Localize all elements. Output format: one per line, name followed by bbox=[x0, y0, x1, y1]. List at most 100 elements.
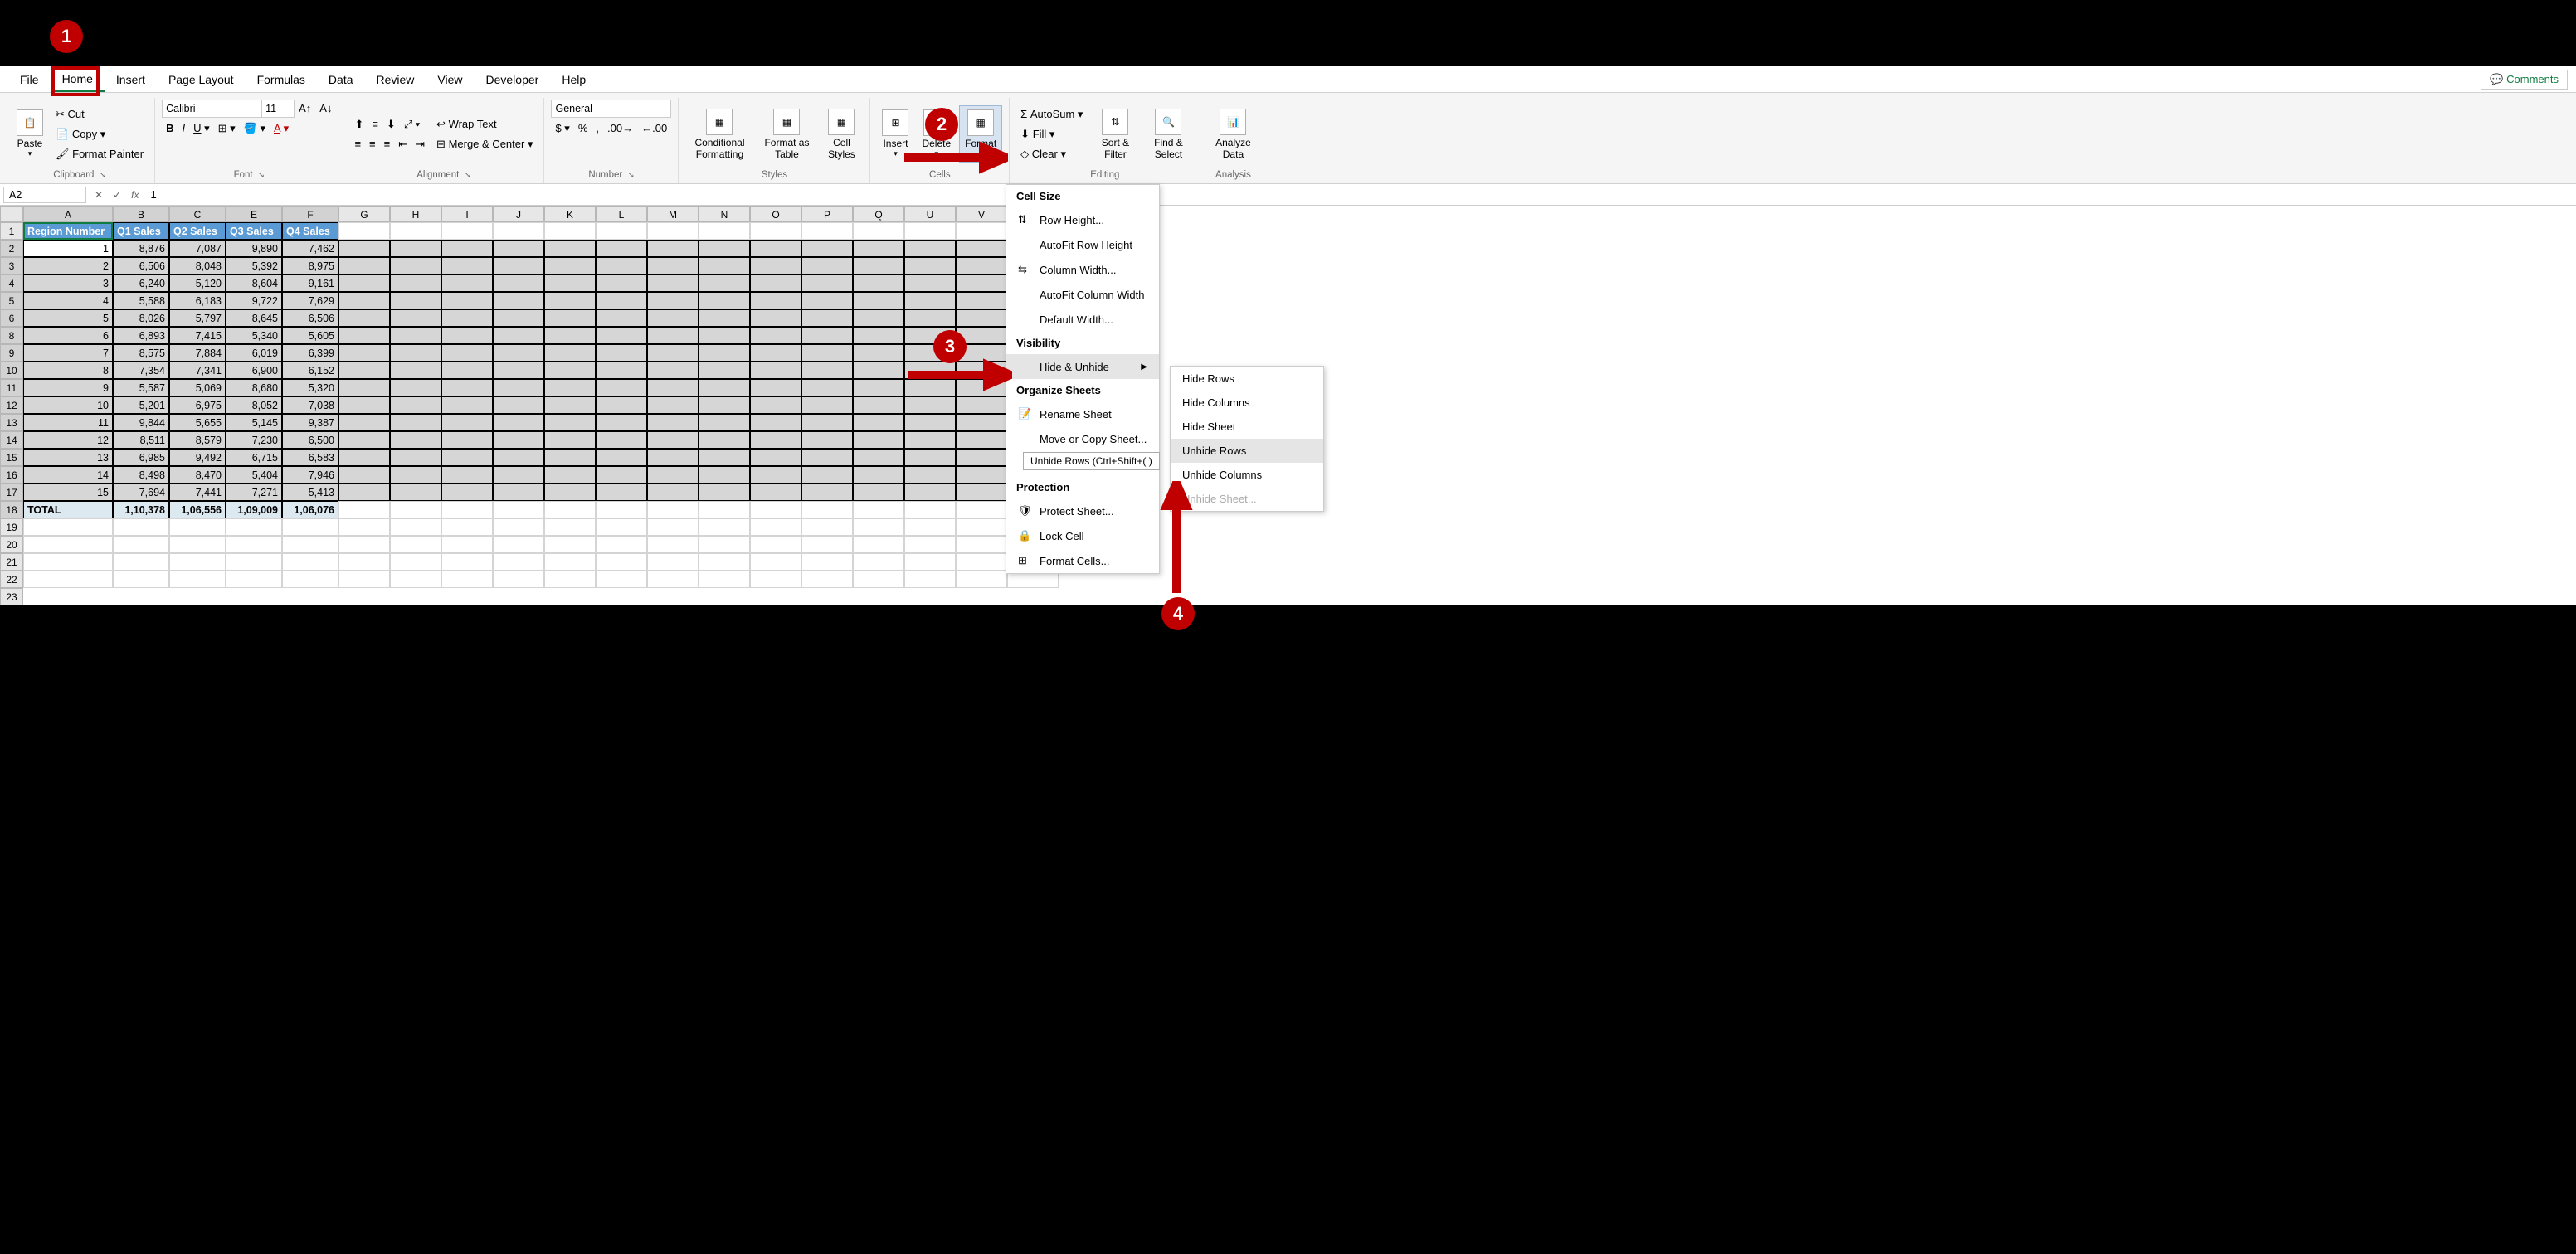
align-right-button[interactable]: ≡ bbox=[380, 135, 395, 153]
empty-cell[interactable] bbox=[801, 414, 853, 431]
empty-cell[interactable] bbox=[853, 362, 904, 379]
empty-cell[interactable] bbox=[853, 222, 904, 240]
row-header[interactable]: 22 bbox=[0, 571, 23, 588]
empty-cell[interactable] bbox=[801, 449, 853, 466]
empty-cell[interactable] bbox=[282, 518, 338, 536]
empty-cell[interactable] bbox=[801, 536, 853, 553]
align-top-button[interactable]: ⬆ bbox=[350, 115, 368, 134]
empty-cell[interactable] bbox=[853, 292, 904, 309]
align-left-button[interactable]: ≡ bbox=[350, 135, 365, 153]
empty-cell[interactable] bbox=[596, 431, 647, 449]
font-name-input[interactable] bbox=[162, 100, 261, 118]
empty-cell[interactable] bbox=[647, 240, 699, 257]
empty-cell[interactable] bbox=[904, 292, 956, 309]
table-cell[interactable]: 9,387 bbox=[282, 414, 338, 431]
conditional-formatting-button[interactable]: ▦Conditional Formatting bbox=[685, 105, 753, 163]
row-header[interactable]: 2 bbox=[0, 240, 23, 257]
menu-format-cells[interactable]: ⊞Format Cells... bbox=[1006, 548, 1159, 573]
empty-cell[interactable] bbox=[23, 571, 113, 588]
empty-cell[interactable] bbox=[596, 484, 647, 501]
empty-cell[interactable] bbox=[699, 484, 750, 501]
fill-button[interactable]: ⬇ Fill ▾ bbox=[1016, 125, 1087, 143]
empty-cell[interactable] bbox=[226, 518, 282, 536]
empty-cell[interactable] bbox=[441, 431, 493, 449]
empty-cell[interactable] bbox=[390, 309, 441, 327]
empty-cell[interactable] bbox=[338, 571, 390, 588]
empty-cell[interactable] bbox=[544, 257, 596, 275]
table-cell[interactable]: 5,320 bbox=[282, 379, 338, 396]
format-painter-button[interactable]: 🖌 Format Painter bbox=[51, 145, 148, 163]
table-cell[interactable]: 6 bbox=[23, 327, 113, 344]
row-header[interactable]: 1 bbox=[0, 222, 23, 240]
empty-cell[interactable] bbox=[853, 327, 904, 344]
empty-cell[interactable] bbox=[544, 222, 596, 240]
empty-cell[interactable] bbox=[596, 344, 647, 362]
empty-cell[interactable] bbox=[493, 518, 544, 536]
empty-cell[interactable] bbox=[493, 431, 544, 449]
table-header-cell[interactable]: Q3 Sales bbox=[226, 222, 282, 240]
empty-cell[interactable] bbox=[750, 414, 801, 431]
empty-cell[interactable] bbox=[390, 466, 441, 484]
empty-cell[interactable] bbox=[441, 484, 493, 501]
table-cell[interactable]: 13 bbox=[23, 449, 113, 466]
empty-cell[interactable] bbox=[493, 501, 544, 518]
empty-cell[interactable] bbox=[544, 396, 596, 414]
empty-cell[interactable] bbox=[801, 501, 853, 518]
font-launcher[interactable]: ↘ bbox=[258, 171, 265, 180]
empty-cell[interactable] bbox=[544, 431, 596, 449]
table-cell[interactable]: 7,629 bbox=[282, 292, 338, 309]
empty-cell[interactable] bbox=[801, 466, 853, 484]
empty-cell[interactable] bbox=[904, 275, 956, 292]
empty-cell[interactable] bbox=[853, 396, 904, 414]
table-cell[interactable]: 6,985 bbox=[113, 449, 169, 466]
table-cell[interactable]: 5 bbox=[23, 309, 113, 327]
col-header[interactable]: L bbox=[596, 206, 647, 222]
empty-cell[interactable] bbox=[956, 553, 1007, 571]
decrease-font-button[interactable]: A↓ bbox=[315, 100, 336, 118]
empty-cell[interactable] bbox=[113, 553, 169, 571]
table-cell[interactable]: 5,605 bbox=[282, 327, 338, 344]
empty-cell[interactable] bbox=[390, 362, 441, 379]
empty-cell[interactable] bbox=[596, 414, 647, 431]
table-cell[interactable]: 8,498 bbox=[113, 466, 169, 484]
menu-hide-unhide[interactable]: Hide & Unhide▶ bbox=[1006, 354, 1159, 379]
empty-cell[interactable] bbox=[338, 396, 390, 414]
empty-cell[interactable] bbox=[338, 466, 390, 484]
row-header[interactable]: 18 bbox=[0, 501, 23, 518]
empty-cell[interactable] bbox=[493, 414, 544, 431]
italic-button[interactable]: I bbox=[178, 119, 190, 138]
empty-cell[interactable] bbox=[853, 344, 904, 362]
submenu-hide-rows[interactable]: Hide Rows bbox=[1171, 367, 1323, 391]
empty-cell[interactable] bbox=[226, 553, 282, 571]
empty-cell[interactable] bbox=[23, 518, 113, 536]
table-cell[interactable]: 8,680 bbox=[226, 379, 282, 396]
empty-cell[interactable] bbox=[647, 449, 699, 466]
table-cell[interactable]: 7,694 bbox=[113, 484, 169, 501]
empty-cell[interactable] bbox=[390, 518, 441, 536]
table-cell[interactable]: 8,579 bbox=[169, 431, 226, 449]
table-cell[interactable]: 5,340 bbox=[226, 327, 282, 344]
empty-cell[interactable] bbox=[441, 501, 493, 518]
empty-cell[interactable] bbox=[801, 379, 853, 396]
empty-cell[interactable] bbox=[23, 553, 113, 571]
row-header[interactable]: 19 bbox=[0, 518, 23, 536]
empty-cell[interactable] bbox=[338, 501, 390, 518]
empty-cell[interactable] bbox=[647, 344, 699, 362]
empty-cell[interactable] bbox=[750, 571, 801, 588]
empty-cell[interactable] bbox=[853, 379, 904, 396]
empty-cell[interactable] bbox=[544, 414, 596, 431]
table-header-cell[interactable]: Q2 Sales bbox=[169, 222, 226, 240]
format-as-table-button[interactable]: ▦Format as Table bbox=[757, 105, 816, 163]
row-header[interactable]: 16 bbox=[0, 466, 23, 484]
empty-cell[interactable] bbox=[596, 257, 647, 275]
empty-cell[interactable] bbox=[493, 344, 544, 362]
fill-color-button[interactable]: 🪣 ▾ bbox=[240, 119, 270, 138]
empty-cell[interactable] bbox=[596, 501, 647, 518]
empty-cell[interactable] bbox=[853, 309, 904, 327]
empty-cell[interactable] bbox=[596, 396, 647, 414]
empty-cell[interactable] bbox=[956, 257, 1007, 275]
empty-cell[interactable] bbox=[956, 396, 1007, 414]
empty-cell[interactable] bbox=[699, 571, 750, 588]
empty-cell[interactable] bbox=[801, 396, 853, 414]
table-cell[interactable]: 10 bbox=[23, 396, 113, 414]
